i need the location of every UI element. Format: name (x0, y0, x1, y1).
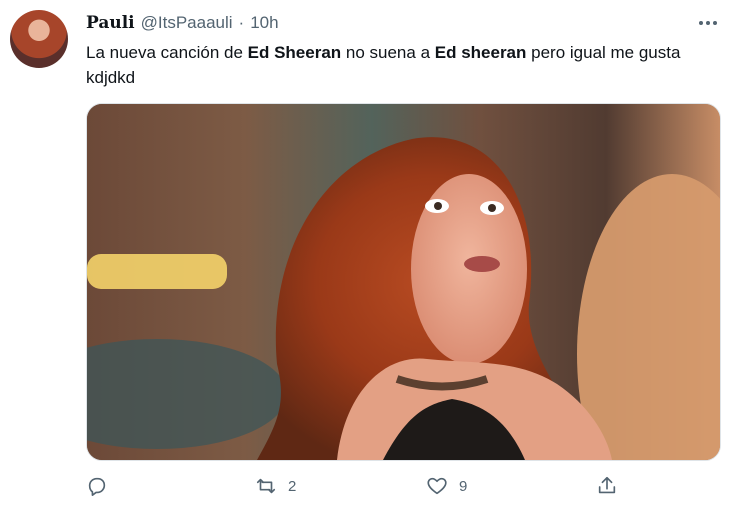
tweet-text-part: no suena a (341, 43, 435, 62)
user-handle[interactable]: @ItsPaaauli (141, 13, 233, 33)
tweet-header: Pauli @ItsPaaauli · 10h (86, 12, 279, 34)
avatar[interactable] (10, 10, 68, 68)
like-count: 9 (459, 477, 468, 495)
more-options-icon[interactable] (699, 18, 719, 28)
media-image (87, 104, 720, 460)
time-separator: · (238, 13, 245, 32)
retweet-count: 2 (288, 477, 297, 495)
display-name[interactable]: Pauli (86, 13, 135, 33)
tweet-text-part: Ed Sheeran (247, 43, 342, 62)
reply-icon (86, 475, 108, 497)
tweet-text-part: Ed sheeran (434, 43, 527, 62)
share-icon (596, 475, 618, 497)
heart-icon (425, 475, 449, 497)
tweet-actions: 2 9 (86, 475, 726, 505)
retweet-icon (254, 475, 278, 497)
tweet-text-part: La nueva canción de (86, 43, 248, 62)
share-button[interactable] (596, 475, 628, 497)
tweet-media[interactable] (86, 103, 721, 461)
tweet-text: La nueva canción de Ed Sheeran no suena … (86, 40, 706, 90)
retweet-button[interactable]: 2 (254, 475, 296, 497)
like-button[interactable]: 9 (425, 475, 467, 497)
timestamp[interactable]: 10h (250, 13, 278, 33)
reply-button[interactable] (86, 475, 118, 497)
